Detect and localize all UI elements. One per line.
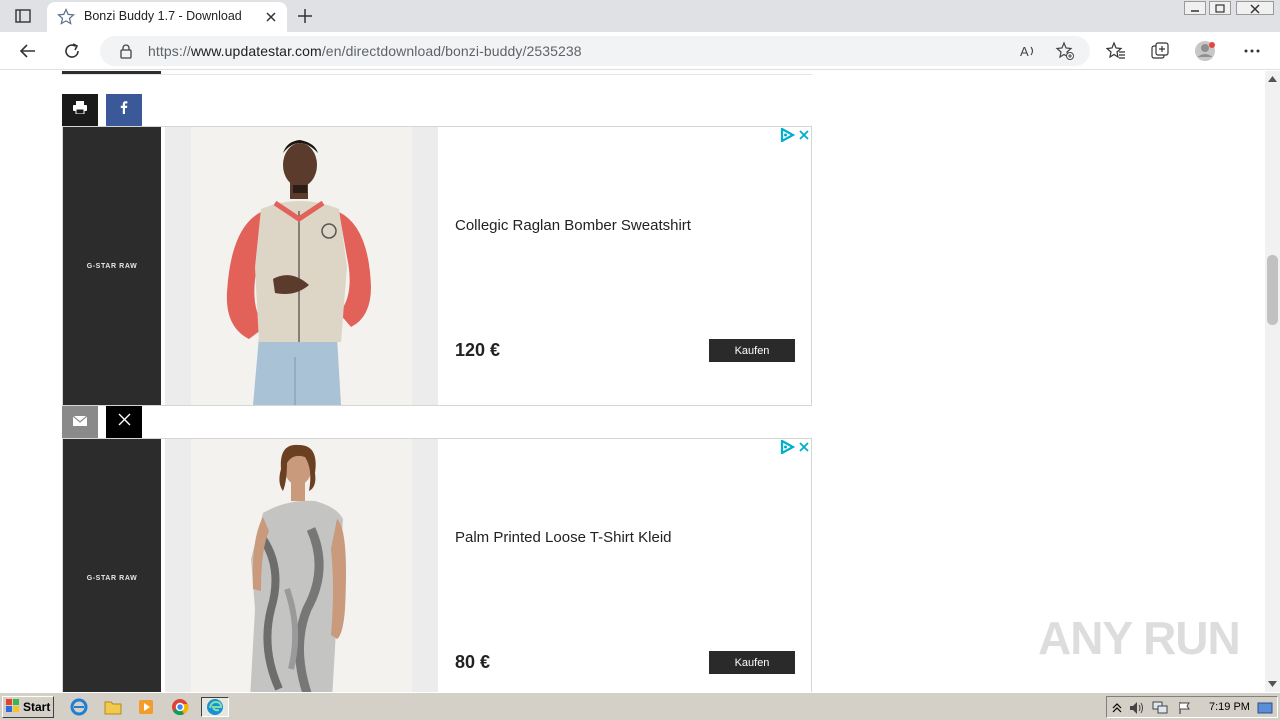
start-button[interactable]: Start xyxy=(2,696,54,718)
show-desktop-icon[interactable] xyxy=(1257,700,1273,716)
show-hidden-icons-icon[interactable] xyxy=(1109,700,1125,716)
page-content: G-STAR RAW Collegic Raglan Bomber Sweats… xyxy=(0,71,1265,692)
product-title[interactable]: Collegic Raglan Bomber Sweatshirt xyxy=(455,217,691,234)
collections-icon[interactable] xyxy=(1148,39,1172,63)
close-window-icon[interactable] xyxy=(1236,1,1274,15)
internet-explorer-icon[interactable] xyxy=(68,697,90,717)
email-icon xyxy=(72,413,88,431)
edge-icon[interactable] xyxy=(201,697,229,717)
scroll-up-icon[interactable] xyxy=(1265,71,1280,86)
restore-window-icon[interactable] xyxy=(1209,1,1231,15)
favorites-icon[interactable] xyxy=(1104,39,1128,63)
media-player-icon[interactable] xyxy=(135,697,157,717)
system-tray: 7:19 PM xyxy=(1106,696,1278,718)
product-image[interactable] xyxy=(191,439,412,692)
print-icon xyxy=(73,101,87,119)
ad-choices-icon[interactable] xyxy=(779,439,796,455)
product-ad[interactable]: G-STAR RAW Collegic Raglan Bomber Sweats… xyxy=(62,126,812,406)
close-tab-icon[interactable] xyxy=(263,9,279,25)
read-aloud-icon[interactable]: A xyxy=(1018,41,1038,61)
ad-choices-icon[interactable] xyxy=(779,127,796,143)
file-explorer-icon[interactable] xyxy=(102,697,124,717)
x-icon xyxy=(118,413,131,431)
star-favicon-icon xyxy=(57,8,75,26)
product-image[interactable] xyxy=(191,127,412,405)
tab-title: Bonzi Buddy 1.7 - Download xyxy=(84,9,242,23)
address-bar[interactable]: https://www.updatestar.com/en/directdown… xyxy=(100,36,1090,66)
start-label: Start xyxy=(23,700,51,714)
network-icon[interactable] xyxy=(1152,700,1168,716)
scrollbar-thumb[interactable] xyxy=(1267,255,1278,325)
vertical-scrollbar[interactable] xyxy=(1265,71,1280,692)
taskbar: Start 7:19 PM xyxy=(0,692,1280,720)
brand-logo: G-STAR RAW xyxy=(86,262,138,270)
back-icon[interactable] xyxy=(16,39,40,63)
chrome-icon[interactable] xyxy=(169,697,191,717)
close-ad-icon[interactable] xyxy=(797,440,811,454)
refresh-icon[interactable] xyxy=(60,39,84,63)
product-ad[interactable]: G-STAR RAW Palm Printed Loose T-Shirt Kl… xyxy=(62,438,812,692)
windows-logo-icon xyxy=(6,698,20,716)
brand-panel[interactable]: G-STAR RAW xyxy=(63,127,161,405)
product-price: 80 € xyxy=(455,652,491,672)
brand-logo: G-STAR RAW xyxy=(86,574,138,582)
tab-actions-icon[interactable] xyxy=(12,6,34,26)
action-center-flag-icon[interactable] xyxy=(1177,700,1193,716)
clock[interactable]: 7:19 PM xyxy=(1209,701,1250,713)
scroll-down-icon[interactable] xyxy=(1265,676,1280,691)
print-button[interactable] xyxy=(62,94,98,126)
more-options-icon[interactable] xyxy=(1240,39,1264,63)
email-share-button[interactable] xyxy=(62,406,98,438)
profile-avatar-icon[interactable] xyxy=(1193,39,1217,63)
divider xyxy=(62,71,161,74)
minimize-window-icon[interactable] xyxy=(1184,1,1206,15)
volume-icon[interactable] xyxy=(1129,700,1145,716)
tab-bar: Bonzi Buddy 1.7 - Download xyxy=(0,0,1280,32)
facebook-share-button[interactable] xyxy=(106,94,142,126)
browser-tab[interactable]: Bonzi Buddy 1.7 - Download xyxy=(47,2,287,32)
new-tab-icon[interactable] xyxy=(294,5,316,27)
close-ad-icon[interactable] xyxy=(797,128,811,142)
brand-panel[interactable]: G-STAR RAW xyxy=(63,439,161,692)
url-text[interactable]: https://www.updatestar.com/en/directdown… xyxy=(148,43,582,59)
product-title[interactable]: Palm Printed Loose T-Shirt Kleid xyxy=(455,529,672,546)
divider xyxy=(62,71,812,75)
buy-button[interactable]: Kaufen xyxy=(709,651,795,674)
facebook-icon xyxy=(120,101,128,119)
navigation-bar: https://www.updatestar.com/en/directdown… xyxy=(0,32,1280,70)
x-share-button[interactable] xyxy=(106,406,142,438)
add-favorite-icon[interactable] xyxy=(1055,41,1075,61)
buy-button[interactable]: Kaufen xyxy=(709,339,795,362)
lock-icon[interactable] xyxy=(118,43,134,59)
svg-text:A: A xyxy=(1020,44,1029,59)
watermark: ANY RUN xyxy=(1038,612,1241,664)
product-price: 120 € xyxy=(455,340,501,360)
